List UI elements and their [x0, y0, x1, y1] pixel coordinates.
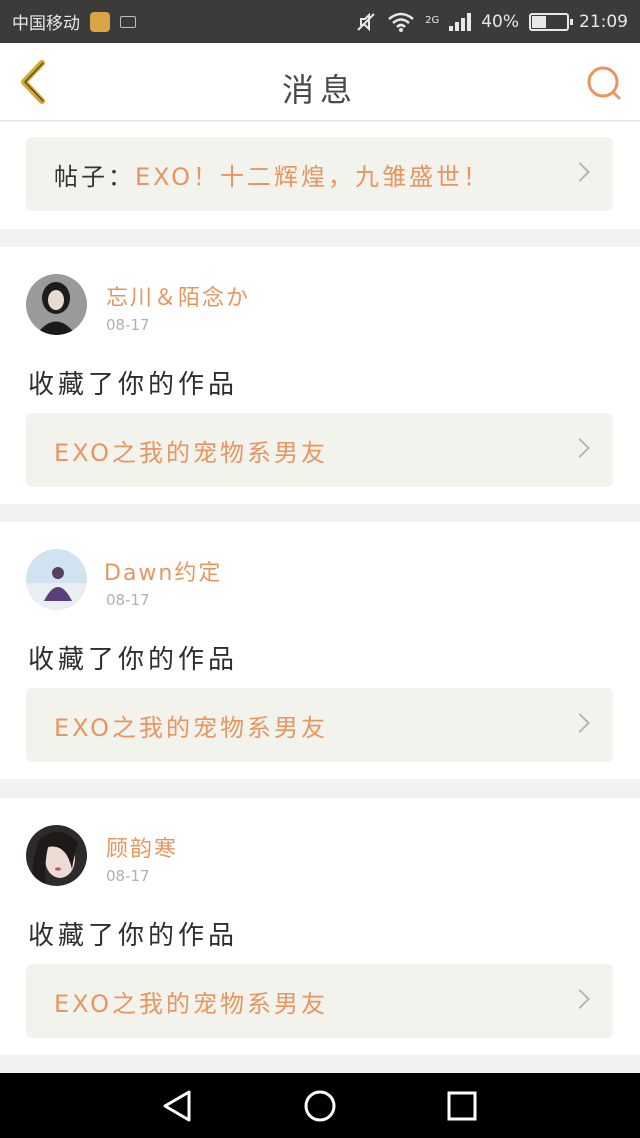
status-left: 中国移动	[12, 9, 136, 34]
status-right: 2G 40% 21:09	[355, 11, 628, 33]
timestamp: 08-17	[106, 591, 150, 609]
notification-message-icon	[120, 15, 136, 28]
avatar[interactable]	[26, 549, 87, 610]
username[interactable]: 顾韵寒	[106, 831, 178, 863]
chevron-right-icon	[570, 162, 590, 182]
avatar[interactable]	[26, 274, 87, 335]
post-link[interactable]: 帖子： EXO！十二辉煌，九雏盛世！	[26, 137, 613, 211]
notification-item: Dawn约定 08-17 收藏了你的作品 EXO之我的宠物系男友	[0, 522, 640, 779]
search-button[interactable]	[584, 63, 624, 103]
work-link[interactable]: EXO之我的宠物系男友	[26, 688, 613, 762]
username[interactable]: 忘川＆陌念か	[106, 280, 250, 312]
post-title: EXO！十二辉煌，九雏盛世！	[135, 162, 490, 191]
action-text: 收藏了你的作品	[28, 645, 239, 675]
status-bar: 中国移动 2G 40% 21:09	[0, 0, 640, 43]
nav-home-button[interactable]	[301, 1087, 339, 1125]
wifi-icon	[388, 12, 414, 32]
work-title: EXO之我的宠物系男友	[54, 438, 328, 467]
notification-item: 忘川＆陌念か 08-17 收藏了你的作品 EXO之我的宠物系男友	[0, 247, 640, 504]
action-text: 收藏了你的作品	[28, 921, 239, 951]
page-title: 消息	[281, 71, 358, 109]
chevron-right-icon	[570, 438, 590, 458]
nav-back-button[interactable]	[159, 1087, 197, 1125]
signal-icon	[449, 12, 472, 31]
work-title: EXO之我的宠物系男友	[54, 713, 328, 742]
post-prefix: 帖子：	[54, 162, 135, 191]
chevron-right-icon	[570, 989, 590, 1009]
battery-fill	[532, 15, 546, 28]
work-link[interactable]: EXO之我的宠物系男友	[26, 964, 613, 1038]
timestamp: 08-17	[106, 867, 150, 885]
notification-app-icon	[90, 11, 110, 32]
message-list[interactable]: 帖子： EXO！十二辉煌，九雏盛世！ 忘川＆陌念か 08-17 收藏了你的作品 …	[0, 122, 640, 1072]
battery-icon	[529, 12, 573, 31]
battery-percent: 40%	[481, 11, 519, 32]
nav-recents-button[interactable]	[443, 1087, 481, 1125]
home-circle-icon	[304, 1090, 336, 1122]
username[interactable]: Dawn约定	[104, 555, 222, 587]
app-header: 消息	[0, 43, 640, 121]
avatar[interactable]	[26, 825, 87, 886]
action-text: 收藏了你的作品	[28, 370, 239, 400]
back-triangle-icon	[163, 1090, 191, 1122]
timestamp: 08-17	[106, 316, 150, 334]
carrier-name: 中国移动	[12, 14, 80, 34]
system-nav-bar	[0, 1073, 640, 1138]
chevron-right-icon	[570, 713, 590, 733]
mute-icon	[357, 12, 375, 31]
network-type: 2G	[425, 14, 440, 26]
work-title: EXO之我的宠物系男友	[54, 989, 328, 1018]
notification-item: 顾韵寒 08-17 收藏了你的作品 EXO之我的宠物系男友	[0, 798, 640, 1055]
search-icon	[587, 66, 621, 100]
work-link[interactable]: EXO之我的宠物系男友	[26, 413, 613, 487]
post-card: 帖子： EXO！十二辉煌，九雏盛世！	[0, 122, 640, 229]
recents-square-icon	[447, 1091, 477, 1121]
clock: 21:09	[579, 11, 628, 32]
